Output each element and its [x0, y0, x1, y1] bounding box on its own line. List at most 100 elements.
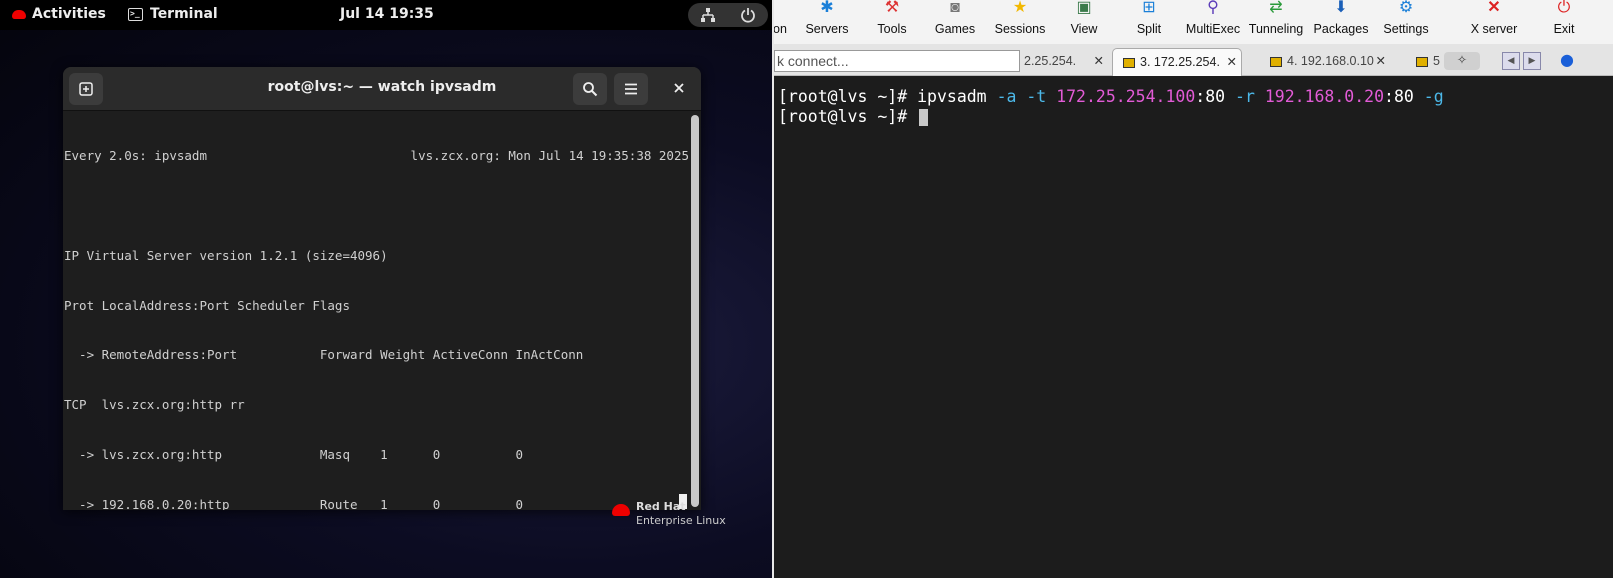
toolbar-label: Exit: [1553, 22, 1575, 36]
command-option: -t: [1026, 87, 1047, 106]
servers-icon: ✱: [820, 0, 834, 16]
gnome-desktop: Activities >_ Terminal Jul 14 19:35 root…: [0, 0, 772, 578]
toolbar-view-button[interactable]: ▣ View: [1064, 0, 1104, 44]
activities-label: Activities: [32, 6, 106, 22]
tab-label: 4. 192.168.0.10: [1287, 54, 1374, 68]
tools-icon: ⚒: [884, 0, 900, 16]
terminal-cursor: [919, 109, 929, 126]
command-option: -g: [1423, 87, 1444, 106]
menu-button[interactable]: [614, 73, 648, 105]
tunneling-icon: ⇄: [1269, 0, 1283, 16]
redhat-brand-text: Red Hat: [636, 500, 686, 513]
tab-close-icon[interactable]: ✕: [1376, 48, 1386, 74]
command-option: -r: [1235, 87, 1255, 106]
close-icon: [674, 83, 684, 93]
star-icon: ★: [1012, 0, 1028, 16]
watch-header-line: Every 2.0s: ipvsadm lvs.zcx.org: Mon Jul …: [64, 148, 689, 165]
tab-scroll-right-button[interactable]: ▶: [1523, 52, 1541, 70]
system-tray[interactable]: [688, 3, 768, 27]
redhat-logo-icon: [612, 504, 630, 516]
view-icon: ▣: [1076, 0, 1092, 16]
toolbar-label: Split: [1136, 22, 1162, 36]
tab-label: 5: [1433, 54, 1440, 68]
toolbar-split-button[interactable]: ⊞ Split: [1129, 0, 1169, 44]
redhat-product-text: Enterprise Linux: [636, 514, 726, 527]
output-line: Prot LocalAddress:Port Scheduler Flags: [64, 297, 350, 313]
toolbar-settings-button[interactable]: ⚙ Settings: [1378, 0, 1434, 44]
watch-interval: Every 2.0s: ipvsadm: [64, 148, 207, 164]
toolbar-servers-button[interactable]: ✱ Servers: [802, 0, 852, 44]
session-tab-3-active[interactable]: 3. 172.25.254. ✕: [1112, 48, 1242, 76]
activities-button[interactable]: Activities: [12, 6, 106, 22]
output-line: -> lvs.zcx.org:http Masq 1 0 0: [64, 446, 524, 462]
session-tab-5[interactable]: 5: [1412, 48, 1442, 76]
hamburger-menu-icon: [625, 83, 637, 95]
toolbar-multiexec-button[interactable]: ⚲ MultiExec: [1184, 0, 1242, 44]
clock[interactable]: Jul 14 19:35: [340, 6, 434, 22]
gamepad-icon: ◙: [950, 0, 960, 16]
ssh-key-icon: [1416, 56, 1428, 67]
toolbar-label: X server: [1470, 22, 1518, 36]
terminal-scrollbar[interactable]: [691, 115, 699, 507]
toolbar-label: Tools: [877, 22, 907, 36]
moba-terminal-output[interactable]: [root@lvs ~]# ipvsadm -a -t 172.25.254.1…: [774, 77, 1613, 578]
toolbar-packages-button[interactable]: ⬇ Packages: [1312, 0, 1370, 44]
close-window-button[interactable]: [673, 79, 685, 98]
toolbar-exit-button[interactable]: ⏻ Exit: [1544, 0, 1584, 44]
command-name: ipvsadm: [917, 87, 987, 106]
gear-icon: ⚙: [1398, 0, 1414, 16]
quick-connect-input[interactable]: k connect...: [774, 50, 1020, 72]
ssh-key-icon: [1270, 56, 1282, 67]
port: :80: [1384, 87, 1414, 106]
toolbar-label: Settings: [1383, 22, 1429, 36]
session-tab-2[interactable]: 2.25.254. ✕: [1024, 48, 1108, 76]
toolbar-tunneling-button[interactable]: ⇄ Tunneling: [1248, 0, 1304, 44]
tab-close-icon[interactable]: ✕: [1094, 48, 1104, 74]
mobaxterm-window: on ✱ Servers ⚒ Tools ◙ Games ★ Sessions …: [774, 0, 1613, 578]
toolbar-label: Servers: [805, 22, 849, 36]
toolbar-games-button[interactable]: ◙ Games: [933, 0, 977, 44]
output-line: -> RemoteAddress:Port Forward Weight Act…: [64, 347, 584, 363]
terminal-output[interactable]: Every 2.0s: ipvsadm lvs.zcx.org: Mon Jul …: [64, 115, 689, 510]
shell-prompt: [root@lvs ~]#: [778, 87, 918, 106]
toolbar-label: on: [774, 22, 787, 36]
toolbar-xserver-button[interactable]: ✕ X server: [1468, 0, 1520, 44]
app-menu-terminal[interactable]: >_ Terminal: [128, 6, 218, 22]
virtual-ip: 172.25.254.100: [1056, 87, 1196, 106]
search-button[interactable]: [573, 73, 607, 105]
app-menu-label: Terminal: [150, 6, 218, 22]
terminal-line-prompt: [root@lvs ~]#: [778, 107, 929, 127]
packages-icon: ⬇: [1334, 0, 1348, 16]
shell-prompt: [root@lvs ~]#: [778, 107, 918, 126]
output-line: -> 192.168.0.20:http Route 1 0 0: [64, 496, 524, 510]
exit-power-icon: ⏻: [1557, 0, 1571, 16]
toolbar-label: MultiExec: [1185, 22, 1241, 36]
toolbar-sessions-button[interactable]: ★ Sessions: [992, 0, 1048, 44]
moba-toolbar: on ✱ Servers ⚒ Tools ◙ Games ★ Sessions …: [774, 0, 1613, 44]
new-session-tab-button[interactable]: ✧: [1444, 52, 1480, 70]
tab-label: 2.25.254.: [1024, 54, 1077, 68]
terminal-header-bar[interactable]: root@lvs:~ — watch ipvsadm: [63, 67, 701, 111]
terminal-window[interactable]: root@lvs:~ — watch ipvsadm Every 2.0s: i…: [63, 67, 701, 510]
tab-menu-icon[interactable]: ●: [1560, 50, 1574, 69]
toolbar-label: Sessions: [994, 22, 1046, 36]
moba-tab-bar: k connect... 2.25.254. ✕ 3. 172.25.254. …: [774, 44, 1613, 76]
xserver-icon: ✕: [1487, 0, 1501, 16]
split-icon: ⊞: [1142, 0, 1156, 16]
arrow-left-icon: ◀: [1507, 56, 1515, 66]
network-icon: [701, 8, 715, 22]
tab-close-icon[interactable]: ✕: [1227, 49, 1237, 75]
toolbar-tools-button[interactable]: ⚒ Tools: [870, 0, 914, 44]
tab-scroll-left-button[interactable]: ◀: [1502, 52, 1520, 70]
gnome-top-bar: Activities >_ Terminal Jul 14 19:35: [0, 0, 772, 30]
arrow-right-icon: ▶: [1528, 56, 1536, 66]
redhat-icon: [12, 9, 26, 19]
multiexec-icon: ⚲: [1207, 0, 1219, 16]
real-server-ip: 192.168.0.20: [1264, 87, 1385, 106]
toolbar-session-button[interactable]: on: [774, 0, 790, 44]
toolbar-label: Packages: [1313, 22, 1369, 36]
terminal-line-command: [root@lvs ~]# ipvsadm -a -t 172.25.254.1…: [778, 87, 1444, 107]
session-tab-4[interactable]: 4. 192.168.0.10 ✕: [1266, 48, 1390, 76]
terminal-app-icon: >_: [128, 7, 143, 21]
